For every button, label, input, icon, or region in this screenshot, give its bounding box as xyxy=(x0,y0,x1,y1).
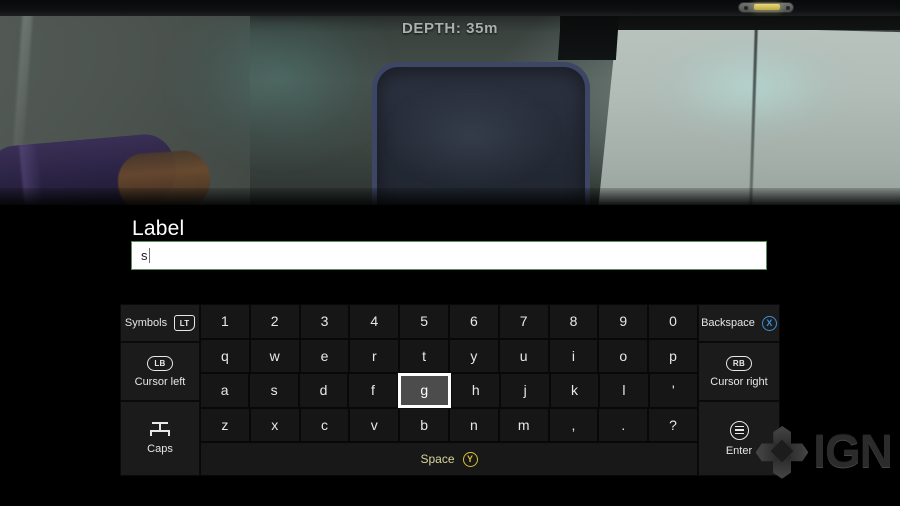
key-e[interactable]: e xyxy=(299,338,350,374)
keyboard-row-home: a s d f g h j k l ' xyxy=(200,372,699,409)
key-j[interactable]: j xyxy=(500,373,550,408)
label-text-input[interactable]: s xyxy=(131,241,767,270)
key-p[interactable]: p xyxy=(648,338,698,374)
caps-key[interactable]: Caps xyxy=(120,401,200,476)
cursor-left-key[interactable]: LB Cursor left xyxy=(120,342,200,401)
key-i[interactable]: i xyxy=(548,338,599,374)
key-0[interactable]: 0 xyxy=(648,304,698,339)
key-y[interactable]: y xyxy=(448,338,499,374)
depth-indicator: DEPTH: 35m xyxy=(401,20,499,37)
keyboard-row-numbers: 1 2 3 4 5 6 7 8 9 0 xyxy=(200,304,698,339)
key-m[interactable]: m xyxy=(498,407,549,443)
symbols-key-label: Symbols xyxy=(124,317,168,329)
symbols-key[interactable]: Symbols LT xyxy=(120,304,200,342)
key-a[interactable]: a xyxy=(200,373,250,408)
key-l[interactable]: l xyxy=(599,373,649,408)
light-screw-right xyxy=(786,5,790,10)
keyboard-left-column: Symbols LT LB Cursor left Caps xyxy=(120,304,200,476)
keyboard-overlay: Label s Symbols LT LB Cursor left Caps 1… xyxy=(0,205,900,506)
light-screw-left xyxy=(744,5,748,10)
key-1[interactable]: 1 xyxy=(200,304,250,339)
key-t[interactable]: t xyxy=(399,338,449,374)
text-caret xyxy=(148,248,150,263)
caps-key-label: Caps xyxy=(147,443,173,455)
rb-bumper-icon: RB xyxy=(726,355,752,371)
key-s[interactable]: s xyxy=(249,373,299,408)
space-key[interactable]: Space Y xyxy=(200,442,698,476)
keyboard-center-column: 1 2 3 4 5 6 7 8 9 0 q w e r t y u i o p … xyxy=(200,304,699,476)
key-z[interactable]: z xyxy=(200,407,250,443)
key-question[interactable]: ? xyxy=(648,407,698,443)
key-v[interactable]: v xyxy=(349,407,400,443)
keyboard-row-bottom: z x c v b n m , . ? xyxy=(200,407,698,443)
key-n[interactable]: n xyxy=(448,407,499,443)
label-text-input-value: s xyxy=(141,248,148,263)
cursor-right-key-label: Cursor right xyxy=(710,375,768,388)
ign-logo-text: IGN xyxy=(813,425,893,477)
lt-trigger-icon: LT xyxy=(174,315,196,331)
key-apostrophe[interactable]: ' xyxy=(648,373,699,408)
game-scene: DEPTH: 35m xyxy=(0,0,900,205)
key-x[interactable]: x xyxy=(249,407,300,443)
key-o[interactable]: o xyxy=(598,338,649,374)
key-8[interactable]: 8 xyxy=(548,304,599,339)
menu-button-icon xyxy=(729,420,749,440)
keyboard-row-qwerty: q w e r t y u i o p xyxy=(200,338,698,374)
key-h[interactable]: h xyxy=(451,373,501,408)
key-7[interactable]: 7 xyxy=(498,304,549,339)
ign-emblem-icon xyxy=(755,424,809,478)
key-d[interactable]: d xyxy=(298,373,349,408)
cursor-right-key[interactable]: RB Cursor right xyxy=(698,342,780,401)
key-period[interactable]: . xyxy=(598,407,649,443)
key-b[interactable]: b xyxy=(399,407,449,443)
key-g[interactable]: g xyxy=(396,372,453,409)
key-6[interactable]: 6 xyxy=(448,304,499,339)
key-w[interactable]: w xyxy=(249,338,300,374)
key-f[interactable]: f xyxy=(348,373,398,408)
key-2[interactable]: 2 xyxy=(249,304,300,339)
cursor-left-key-label: Cursor left xyxy=(134,375,186,388)
backspace-key[interactable]: Backspace X xyxy=(698,304,780,342)
scene-right-wall-glow xyxy=(620,28,880,158)
ceiling-light-bulb xyxy=(754,4,780,10)
key-4[interactable]: 4 xyxy=(349,304,400,339)
caps-lock-icon xyxy=(149,422,171,438)
key-3[interactable]: 3 xyxy=(299,304,350,339)
backspace-key-label: Backspace xyxy=(701,317,755,329)
y-button-icon: Y xyxy=(462,451,478,467)
key-c[interactable]: c xyxy=(299,407,350,443)
lb-bumper-icon: LB xyxy=(147,355,173,371)
key-u[interactable]: u xyxy=(498,338,549,374)
key-comma[interactable]: , xyxy=(548,407,599,443)
ign-watermark: IGN xyxy=(755,424,893,478)
page-title: Label xyxy=(132,217,185,240)
virtual-keyboard: Symbols LT LB Cursor left Caps 1 2 3 4 5… xyxy=(120,304,780,476)
scene-floor-shadow xyxy=(0,188,900,205)
key-q[interactable]: q xyxy=(200,338,250,374)
key-r[interactable]: r xyxy=(349,338,400,374)
key-k[interactable]: k xyxy=(549,373,600,408)
enter-key-label: Enter xyxy=(725,444,753,457)
space-key-label: Space xyxy=(420,452,455,467)
screen-root: DEPTH: 35m Label s Symbols LT LB Cursor … xyxy=(0,0,900,506)
key-9[interactable]: 9 xyxy=(598,304,649,339)
key-5[interactable]: 5 xyxy=(399,304,449,339)
x-button-icon: X xyxy=(761,315,777,331)
